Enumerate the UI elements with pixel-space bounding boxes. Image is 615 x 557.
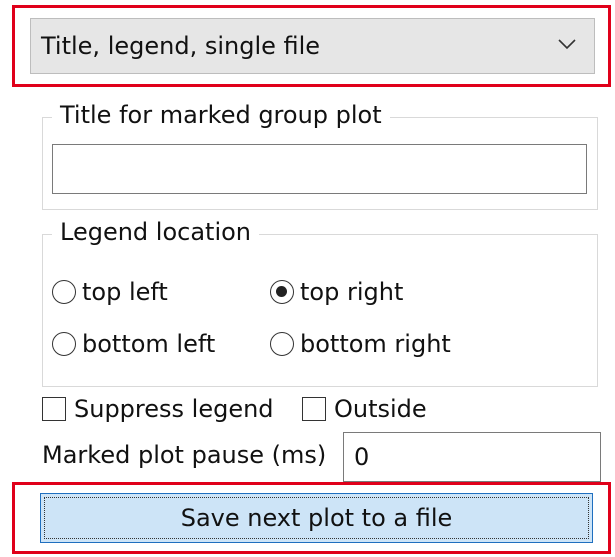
plot-mode-dropdown-value: Title, legend, single file [41,32,321,60]
title-group-label: Title for marked group plot [52,100,390,130]
save-next-plot-button[interactable]: Save next plot to a file [40,493,593,543]
plot-mode-dropdown[interactable]: Title, legend, single file [30,18,595,74]
outside-checkbox[interactable]: Outside [302,395,427,423]
outside-label: Outside [334,395,427,423]
radio-bottom-left[interactable]: bottom left [52,330,215,358]
pause-input[interactable]: 0 [343,432,601,482]
radio-bottom-right[interactable]: bottom right [270,330,451,358]
radio-top-left[interactable]: top left [52,278,168,306]
radio-top-left-label: top left [82,278,168,306]
radio-top-right-label: top right [300,278,404,306]
title-input[interactable] [52,144,587,194]
chevron-down-icon [556,33,578,55]
legend-location-group-box [42,234,598,387]
suppress-legend-label: Suppress legend [74,395,274,423]
radio-bottom-right-circle [270,332,294,356]
radio-top-right-circle [270,280,294,304]
outside-box [302,397,326,421]
radio-bottom-right-label: bottom right [300,330,451,358]
radio-top-left-circle [52,280,76,304]
pause-label: Marked plot pause (ms) [42,441,327,469]
radio-bottom-left-circle [52,332,76,356]
radio-bottom-left-label: bottom left [82,330,216,358]
pause-input-value: 0 [354,443,370,471]
suppress-legend-checkbox[interactable]: Suppress legend [42,395,274,423]
legend-location-label: Legend location [52,217,260,247]
suppress-legend-box [42,397,66,421]
radio-top-right[interactable]: top right [270,278,403,306]
save-next-plot-label: Save next plot to a file [180,504,453,532]
